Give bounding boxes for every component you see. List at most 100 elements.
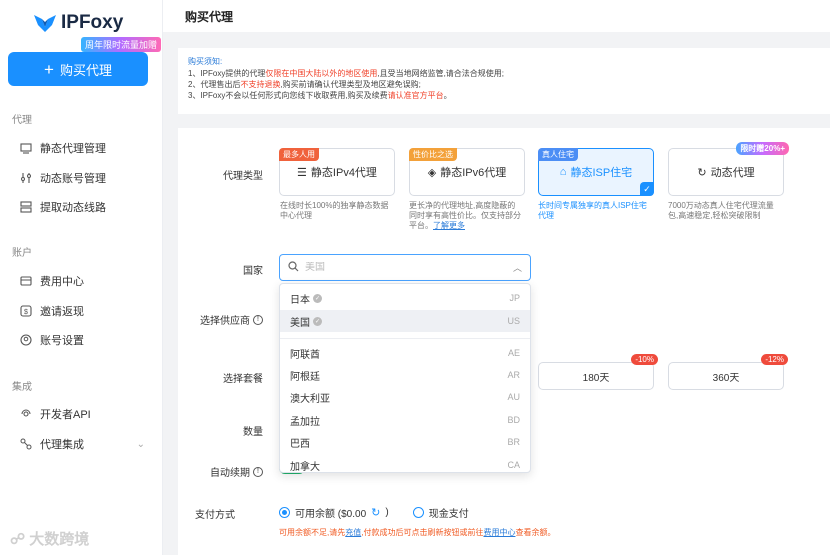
card-desc: 在线时长100%的独享静态数据中心代理 [280, 201, 389, 220]
cash-option-label: 现金支付 [428, 509, 469, 520]
nav-group-proxy: 代理 [12, 115, 32, 126]
balance-option-label: 可用余额 ($0.00 [295, 509, 367, 520]
plus-icon: + [44, 59, 54, 79]
refresh-icon: ↻ [697, 166, 707, 179]
auto-renew-label: 自动续期! [183, 464, 263, 479]
quantity-label: 数量 [243, 427, 263, 438]
sidebar-item-label: 静态代理管理 [40, 143, 106, 155]
discount-badge: -12% [761, 354, 788, 365]
radio-balance[interactable] [279, 507, 290, 518]
card-label: 静态IPv4代理 [310, 167, 377, 179]
dollar-icon: $ [20, 305, 32, 317]
payment-note: 可用余额不足,请先充值,付款成功后可点击刷新按钮或前往费用中心查看余额。 [279, 528, 556, 537]
nav-group-account: 账户 [12, 248, 32, 259]
logo[interactable]: IPFoxy [33, 12, 123, 34]
card-desc: 长时间专属独享的真人ISP住宅代理 [538, 201, 647, 220]
plan-label: 180天 [582, 372, 610, 384]
card-label: 静态ISP住宅 [570, 167, 633, 179]
recharge-link[interactable]: 充值 [345, 528, 361, 537]
notice-line-3: 3、IPFoxy不会以任何形式向您线下收取费用,购买及续费请认准官方平台。 [188, 91, 452, 100]
country-option-ae[interactable]: 阿联酋 AE [280, 342, 530, 364]
fox-logo-icon [33, 13, 57, 33]
check-icon: ✓ [640, 182, 654, 196]
chevron-up-icon[interactable]: ︿ [513, 261, 522, 274]
sidebar-item-extract-lines[interactable]: 提取动态线路 [20, 199, 155, 215]
refresh-icon[interactable]: ↻ [371, 506, 380, 519]
sidebar-item-label: 费用中心 [40, 276, 84, 288]
payment-label: 支付方式 [195, 510, 235, 521]
card-tag: 最多人用 [279, 148, 319, 161]
country-label: 国家 [243, 266, 263, 277]
limited-offer-badge: 限时赠20%+ [736, 142, 789, 155]
sidebar: IPFoxy 周年限时流量加赠 + 购买代理 代理 静态代理管理 动态账号管理 … [0, 0, 163, 555]
sidebar-item-dynamic-account[interactable]: 动态账号管理 [20, 170, 155, 186]
card-tag: 真人住宅 [538, 148, 578, 161]
sidebar-item-label: 账号设置 [40, 335, 84, 347]
country-option-br[interactable]: 巴西 BR [280, 431, 530, 453]
watermark-logo-icon: ☍ [10, 530, 26, 548]
plan-label: 选择套餐 [223, 374, 263, 385]
country-search-input[interactable] [305, 262, 505, 273]
check-icon: ✓ [313, 293, 322, 303]
sidebar-item-label: 动态账号管理 [40, 173, 106, 185]
card-desc: 7000万动态真人住宅代理流量包,高速稳定,轻松突破限制 [668, 201, 774, 220]
home-icon: ⌂ [559, 166, 567, 178]
check-icon: ✓ [313, 316, 322, 326]
watermark: ☍ 大数跨境 [10, 528, 89, 549]
info-icon[interactable]: ! [253, 466, 263, 477]
plan-label: 360天 [712, 372, 740, 384]
learn-more-link[interactable]: 了解更多 [433, 221, 465, 230]
country-option-us[interactable]: 美国 ✓ US [280, 310, 530, 332]
layers-icon: ◈ [427, 166, 437, 179]
country-option-jp[interactable]: 日本 ✓ JP [280, 287, 530, 309]
country-option-ar[interactable]: 阿根廷 AR [280, 364, 530, 386]
nav-group-integration: 集成 [12, 382, 32, 393]
svg-text:$: $ [24, 309, 28, 316]
purchase-notice: 购买须知: 1、IPFoxy提供的代理仅限在中国大陆以外的地区使用,且受当地网络… [178, 48, 830, 114]
proxy-type-isp-card[interactable]: 真人住宅 ⌂ 静态ISP住宅 ✓ [538, 148, 654, 196]
sidebar-item-label: 提取动态线路 [40, 202, 106, 214]
proxy-type-ipv4-card[interactable]: 最多人用 ☰ 静态IPv4代理 [279, 148, 395, 196]
card-tag: 性价比之选 [409, 148, 457, 161]
notice-title: 购买须知: [188, 57, 223, 66]
radio-cash[interactable] [412, 507, 424, 518]
plan-360-days[interactable]: -12% 360天 [668, 354, 788, 390]
sidebar-item-account-settings[interactable]: 账号设置 [20, 332, 155, 348]
user-circle-icon [20, 334, 32, 346]
sidebar-item-static-proxy[interactable]: 静态代理管理 [20, 140, 155, 156]
proxy-type-ipv6-card[interactable]: 性价比之选 ◈ 静态IPv6代理 [409, 148, 525, 196]
sidebar-item-label: 邀请返现 [40, 306, 84, 318]
server-icon [20, 201, 32, 213]
plan-180-days[interactable]: -10% 180天 [538, 354, 658, 390]
card-desc: 更长净的代理地址,高度隐蔽的同时享有高性价比。仅支持部分平台。了解更多 [409, 201, 521, 230]
billing-center-link[interactable]: 费用中心 [483, 528, 515, 537]
logo-text: IPFoxy [61, 12, 124, 33]
country-option-ca[interactable]: 加拿大 CA [280, 454, 530, 472]
balance-option-close: ) [385, 507, 389, 518]
supplier-label: 选择供应商! [183, 312, 263, 327]
sidebar-item-label: 代理集成 [40, 439, 84, 451]
sidebar-item-label: 开发者API [40, 409, 91, 421]
chevron-down-icon: ⌄ [136, 438, 145, 450]
country-option-bd[interactable]: 孟加拉 BD [280, 409, 530, 431]
watermark-text: 大数跨境 [29, 531, 90, 548]
page-header: 购买代理 [163, 0, 830, 32]
sidebar-item-proxy-integration[interactable]: 代理集成 ⌄ [20, 436, 155, 452]
card-label: 动态代理 [710, 167, 755, 179]
sliders-icon [21, 173, 31, 183]
buy-proxy-button[interactable]: + 购买代理 [8, 52, 148, 86]
sidebar-item-billing[interactable]: 费用中心 [20, 273, 155, 289]
page-title: 购买代理 [185, 10, 234, 24]
country-option-au[interactable]: 澳大利亚 AU [280, 386, 530, 408]
notice-line-2: 2、代理售出后不支持退换,购买前请确认代理类型及地区避免误购; [188, 80, 421, 89]
monitor-icon [20, 143, 32, 154]
proxy-type-dynamic-card[interactable]: 限时赠20%+ ↻ 动态代理 [668, 142, 789, 196]
country-select[interactable]: ︿ [279, 254, 531, 281]
country-dropdown: 日本 ✓ JP 美国 ✓ US 阿联酋 AE 阿根廷 AR 澳大利亚 AU 孟加拉 … [279, 283, 531, 473]
info-icon[interactable]: ! [253, 314, 263, 325]
promo-tag[interactable]: 周年限时流量加赠 [81, 37, 162, 52]
proxy-type-label: 代理类型 [223, 171, 263, 182]
sidebar-item-invite[interactable]: $ 邀请返现 [20, 303, 155, 319]
discount-badge: -10% [631, 354, 658, 365]
sidebar-item-developer-api[interactable]: 开发者API [20, 406, 155, 422]
